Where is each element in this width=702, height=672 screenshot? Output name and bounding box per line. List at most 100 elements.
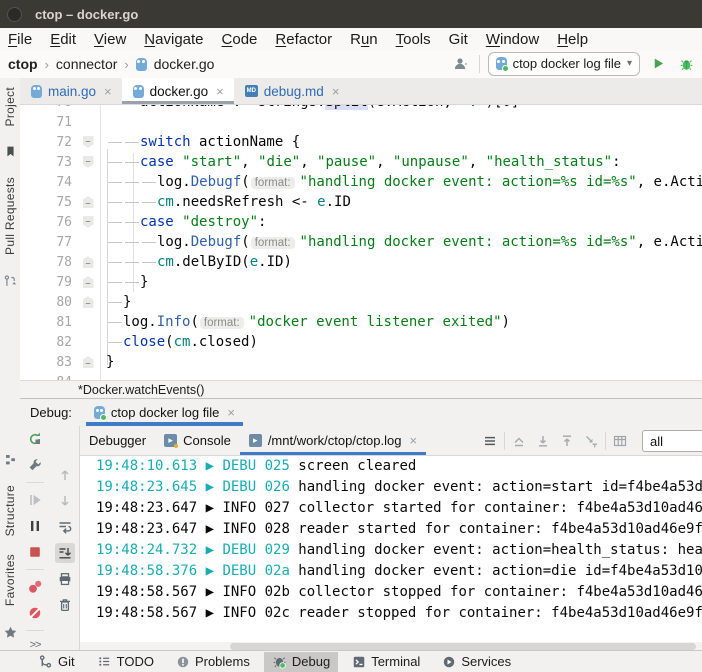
menu-icon[interactable] [480, 431, 500, 451]
favorites-star-icon[interactable] [3, 625, 18, 640]
token: } [140, 274, 148, 290]
log-message: screen cleared [298, 458, 416, 474]
menu-item-run[interactable]: Run [341, 31, 387, 48]
breadcrumb-file[interactable]: docker.go [154, 56, 215, 72]
menu-item-navigate[interactable]: Navigate [135, 31, 212, 48]
console-tab-debugger[interactable]: Debugger [80, 426, 155, 455]
breadcrumb-project[interactable]: ctop [8, 56, 38, 72]
close-icon[interactable]: × [409, 433, 417, 448]
code-text: switch actionName { [101, 134, 300, 150]
code-tokens: cm.delByID(e.ID) [157, 254, 292, 270]
code-line: 82close(cm.closed) [20, 332, 702, 352]
pause-program-icon[interactable] [25, 516, 45, 536]
editor-tab-main-go[interactable]: main.go× [20, 78, 122, 104]
move-up-icon[interactable] [557, 431, 577, 451]
run-button[interactable] [648, 54, 668, 74]
log-arrow-icon: ▶ [206, 584, 223, 600]
fold-collapse-icon[interactable]: – [83, 156, 94, 168]
scroll-to-cursor-icon[interactable] [581, 431, 601, 451]
tool-window-button-debug[interactable]: Debug [264, 652, 338, 672]
log-level: INFO 028 [222, 521, 298, 537]
gutter-fold-cell: – [76, 272, 101, 292]
soft-wrap-icon[interactable] [55, 517, 75, 537]
log-level: INFO 027 [222, 500, 298, 516]
code-text: case "destroy": [101, 214, 266, 230]
menu-item-view[interactable]: View [85, 31, 135, 48]
scroll-to-end-icon[interactable] [55, 543, 75, 563]
fold-end-icon[interactable]: – [83, 196, 94, 208]
fold-end-icon[interactable]: – [83, 296, 94, 308]
parameter-hint: format: [251, 237, 295, 249]
log-filter-select[interactable]: all [642, 430, 702, 452]
resume-program-icon[interactable] [25, 490, 45, 510]
log-line: 19:48:23.645 ▶ DEBU 026 handling docker … [80, 477, 702, 498]
sidebar-item-pull-requests[interactable]: Pull Requests [3, 177, 17, 255]
console-tab-console[interactable]: ▸Console [155, 426, 240, 455]
up-stack-icon[interactable] [55, 465, 75, 485]
tool-window-button-terminal[interactable]: Terminal [344, 652, 428, 672]
fold-collapse-icon[interactable]: – [83, 216, 94, 228]
fold-end-icon[interactable]: – [83, 276, 94, 288]
close-icon[interactable]: × [227, 405, 235, 420]
tool-window-button-services[interactable]: Services [434, 652, 519, 672]
fold-end-icon[interactable]: – [83, 356, 94, 368]
layout-grid-icon[interactable] [610, 431, 630, 451]
view-breakpoints-icon[interactable] [25, 577, 45, 597]
menu-item-edit[interactable]: Edit [41, 31, 85, 48]
editor-tab-debug-md[interactable]: MDdebug.md× [234, 78, 350, 104]
sidebar-item-favorites[interactable]: Favorites [3, 554, 17, 606]
tab-whitespace [108, 322, 122, 323]
clear-console-icon[interactable] [55, 595, 75, 615]
horizontal-scrollbar[interactable] [80, 642, 702, 650]
log-arrow-icon: ▶ [206, 521, 223, 537]
menu-item-file[interactable]: File [0, 31, 41, 48]
print-icon[interactable] [55, 569, 75, 589]
console-tab-log-file[interactable]: ▸/mnt/work/ctop/ctop.log× [240, 426, 426, 455]
close-icon[interactable]: × [104, 84, 112, 99]
sidebar-item-structure[interactable]: Structure [3, 485, 17, 536]
toolbar-divider [504, 432, 505, 450]
settings-wrench-icon[interactable] [25, 455, 45, 475]
stop-icon[interactable] [25, 542, 45, 562]
bookmark-icon[interactable] [4, 145, 17, 158]
run-configuration-select[interactable]: ctop docker log file ▾ [488, 52, 640, 76]
debug-panel-body: >> Debugger▸Console▸/mnt/work/ctop/ctop.… [20, 426, 702, 650]
tool-window-button-todo[interactable]: TODO [89, 652, 162, 672]
toolbar-separator [26, 482, 44, 483]
breadcrumb-package[interactable]: connector [56, 56, 117, 72]
fold-end-icon[interactable]: – [83, 256, 94, 268]
menu-item-tools[interactable]: Tools [387, 31, 440, 48]
down-stack-icon[interactable] [55, 491, 75, 511]
menu-item-git[interactable]: Git [440, 31, 477, 48]
avatar-icon[interactable] [451, 54, 471, 74]
mute-breakpoints-icon[interactable] [25, 603, 45, 623]
rerun-icon[interactable] [25, 429, 45, 449]
pull-request-icon[interactable] [3, 274, 17, 288]
scrollbar-thumb[interactable] [230, 643, 696, 650]
expand-all-icon[interactable] [509, 431, 529, 451]
window-menu-button[interactable] [7, 7, 22, 22]
debug-session-tab-label: ctop docker log file [111, 405, 219, 420]
tool-window-button-git[interactable]: Git [30, 652, 83, 672]
tab-whitespace [108, 242, 122, 243]
move-down-icon[interactable] [533, 431, 553, 451]
debug-button[interactable] [676, 54, 696, 74]
close-icon[interactable]: × [332, 84, 340, 99]
editor-tab-docker-go[interactable]: docker.go× [122, 78, 234, 104]
fold-collapse-icon[interactable]: – [83, 136, 94, 148]
menu-item-code[interactable]: Code [213, 31, 267, 48]
menu-item-help[interactable]: Help [548, 31, 597, 48]
tab-whitespace [142, 242, 156, 243]
toolbar-separator [26, 569, 44, 570]
context-method-label: *Docker.watchEvents() [20, 383, 204, 397]
debug-session-tab[interactable]: ctop docker log file × [86, 399, 243, 426]
code-editor[interactable]: 70actionName := strings.Split(e.Action, … [20, 105, 702, 380]
structure-icon[interactable] [4, 453, 17, 466]
sidebar-item-project[interactable]: Project [3, 87, 17, 126]
log-output[interactable]: 19:48:10.613 ▶ DEBU 025 screen cleared19… [80, 456, 702, 642]
menu-item-refactor[interactable]: Refactor [266, 31, 341, 48]
menu-item-window[interactable]: Window [477, 31, 548, 48]
tool-window-button-problems[interactable]: Problems [168, 652, 258, 672]
log-message: collector stopped for container: f4be4a5… [298, 584, 702, 600]
close-icon[interactable]: × [216, 84, 224, 99]
